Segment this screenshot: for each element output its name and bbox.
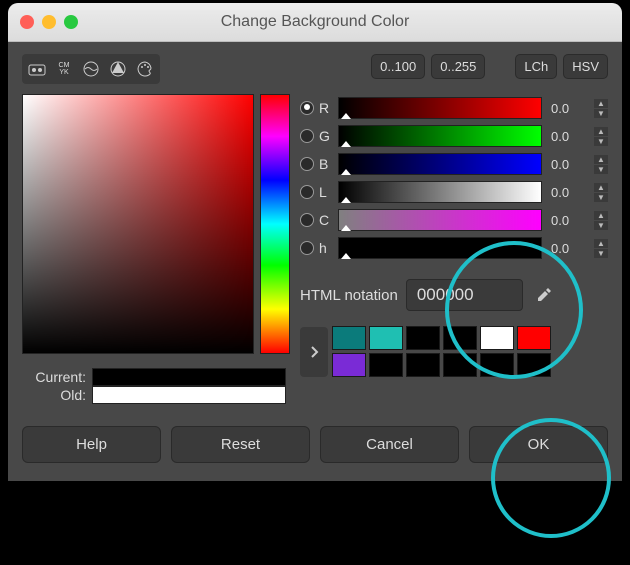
spinner-up-icon[interactable]: ▲ <box>594 183 608 192</box>
window-minimize-button[interactable] <box>42 15 56 29</box>
channel-spinner[interactable]: ▲▼ <box>594 155 608 174</box>
cancel-button[interactable]: Cancel <box>320 426 459 463</box>
spinner-down-icon[interactable]: ▼ <box>594 221 608 230</box>
current-color-label: Current: <box>22 369 86 385</box>
palette-grid <box>332 326 551 377</box>
channel-label: R <box>319 100 333 116</box>
hue-slider[interactable] <box>260 94 290 354</box>
channel-row-r: R 0.0 ▲▼ <box>300 94 608 122</box>
channel-value: 0.0 <box>547 241 589 256</box>
spinner-up-icon[interactable]: ▲ <box>594 127 608 136</box>
hsv-toggle[interactable]: HSV <box>563 54 608 79</box>
color-dialog-window: Change Background Color CMYK 0..100 0..2… <box>8 3 622 481</box>
channel-row-g: G 0.0 ▲▼ <box>300 122 608 150</box>
palette-swatch[interactable] <box>332 326 366 350</box>
channel-slider-r[interactable] <box>338 97 542 119</box>
html-notation-input[interactable] <box>406 279 523 311</box>
lch-toggle[interactable]: LCh <box>515 54 557 79</box>
channel-radio-g[interactable] <box>300 129 314 143</box>
channel-label: h <box>319 240 333 256</box>
old-color-swatch[interactable] <box>92 386 286 404</box>
window-title: Change Background Color <box>8 13 622 31</box>
channel-spinner[interactable]: ▲▼ <box>594 239 608 258</box>
old-color-label: Old: <box>22 387 86 403</box>
saturation-value-picker[interactable] <box>22 94 254 354</box>
channel-value: 0.0 <box>547 129 589 144</box>
reset-button[interactable]: Reset <box>171 426 310 463</box>
eyedropper-icon[interactable] <box>531 282 557 308</box>
spinner-up-icon[interactable]: ▲ <box>594 239 608 248</box>
palette-swatch[interactable] <box>480 353 514 377</box>
cmyk-mode-icon[interactable]: CMYK <box>52 57 76 81</box>
channel-slider-l[interactable] <box>338 181 542 203</box>
channel-slider-g[interactable] <box>338 125 542 147</box>
channel-radio-h[interactable] <box>300 241 314 255</box>
window-maximize-button[interactable] <box>64 15 78 29</box>
palette-swatch[interactable] <box>369 326 403 350</box>
spinner-down-icon[interactable]: ▼ <box>594 193 608 202</box>
color-mode-switcher: CMYK <box>22 54 160 84</box>
range-0-100-toggle[interactable]: 0..100 <box>371 54 425 79</box>
palette-swatch[interactable] <box>443 353 477 377</box>
channel-radio-c[interactable] <box>300 213 314 227</box>
palette-swatch[interactable] <box>406 326 440 350</box>
channel-row-h: h 0.0 ▲▼ <box>300 234 608 262</box>
channel-label: B <box>319 156 333 172</box>
channel-label: L <box>319 184 333 200</box>
spinner-down-icon[interactable]: ▼ <box>594 249 608 258</box>
spinner-up-icon[interactable]: ▲ <box>594 99 608 108</box>
palette-swatch[interactable] <box>332 353 366 377</box>
channel-value: 0.0 <box>547 101 589 116</box>
channel-slider-h[interactable] <box>338 237 542 259</box>
html-notation-label: HTML notation <box>300 287 398 304</box>
help-button[interactable]: Help <box>22 426 161 463</box>
channel-radio-r[interactable] <box>300 101 314 115</box>
channel-label: G <box>319 128 333 144</box>
palette-swatch[interactable] <box>480 326 514 350</box>
channel-row-l: L 0.0 ▲▼ <box>300 178 608 206</box>
gimp-mode-icon[interactable] <box>25 57 49 81</box>
spinner-down-icon[interactable]: ▼ <box>594 109 608 118</box>
spinner-down-icon[interactable]: ▼ <box>594 165 608 174</box>
channel-radio-l[interactable] <box>300 185 314 199</box>
channel-slider-b[interactable] <box>338 153 542 175</box>
channel-row-c: C 0.0 ▲▼ <box>300 206 608 234</box>
spinner-up-icon[interactable]: ▲ <box>594 155 608 164</box>
window-close-button[interactable] <box>20 15 34 29</box>
range-0-255-toggle[interactable]: 0..255 <box>431 54 485 79</box>
current-color-swatch[interactable] <box>92 368 286 386</box>
channel-label: C <box>319 212 333 228</box>
channel-value: 0.0 <box>547 185 589 200</box>
spinner-up-icon[interactable]: ▲ <box>594 211 608 220</box>
palette-swatch[interactable] <box>369 353 403 377</box>
ok-button[interactable]: OK <box>469 426 608 463</box>
channel-slider-c[interactable] <box>338 209 542 231</box>
palette-swatch[interactable] <box>517 353 551 377</box>
palette-swatch[interactable] <box>517 326 551 350</box>
channel-row-b: B 0.0 ▲▼ <box>300 150 608 178</box>
titlebar[interactable]: Change Background Color <box>8 3 622 42</box>
channel-radio-b[interactable] <box>300 157 314 171</box>
palette-prev-button[interactable] <box>300 327 328 377</box>
channel-value: 0.0 <box>547 157 589 172</box>
palette-swatch[interactable] <box>406 353 440 377</box>
watercolor-mode-icon[interactable] <box>79 57 103 81</box>
wheel-mode-icon[interactable] <box>106 57 130 81</box>
channel-spinner[interactable]: ▲▼ <box>594 99 608 118</box>
channel-spinner[interactable]: ▲▼ <box>594 211 608 230</box>
channel-spinner[interactable]: ▲▼ <box>594 183 608 202</box>
channel-value: 0.0 <box>547 213 589 228</box>
spinner-down-icon[interactable]: ▼ <box>594 137 608 146</box>
channel-spinner[interactable]: ▲▼ <box>594 127 608 146</box>
palette-swatch[interactable] <box>443 326 477 350</box>
palette-mode-icon[interactable] <box>133 57 157 81</box>
